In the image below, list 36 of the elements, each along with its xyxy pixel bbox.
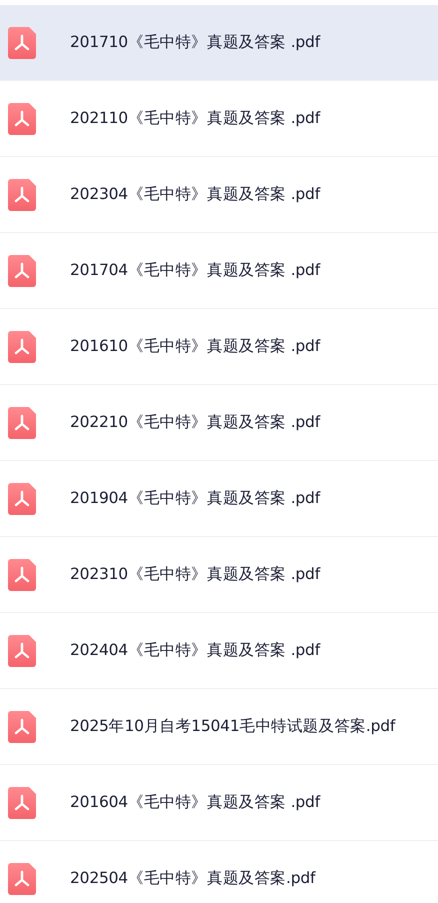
file-row[interactable]: 202210《毛中特》真题及答案 .pdf <box>0 385 438 461</box>
file-row[interactable]: 201610《毛中特》真题及答案 .pdf <box>0 309 438 385</box>
file-row[interactable]: 202404《毛中特》真题及答案 .pdf <box>0 613 438 689</box>
file-name: 202304《毛中特》真题及答案 .pdf <box>70 184 320 205</box>
file-row[interactable]: 202310《毛中特》真题及答案 .pdf <box>0 537 438 613</box>
pdf-icon <box>8 406 36 438</box>
pdf-icon <box>8 330 36 362</box>
pdf-icon <box>8 710 36 742</box>
file-row[interactable]: 202304《毛中特》真题及答案 .pdf <box>0 157 438 233</box>
file-name: 202210《毛中特》真题及答案 .pdf <box>70 412 320 433</box>
pdf-icon <box>8 254 36 286</box>
file-name: 201610《毛中特》真题及答案 .pdf <box>70 336 320 357</box>
file-name: 201904《毛中特》真题及答案 .pdf <box>70 488 320 509</box>
file-row[interactable]: 201704《毛中特》真题及答案 .pdf <box>0 233 438 309</box>
pdf-icon <box>8 634 36 666</box>
pdf-icon <box>8 862 36 894</box>
pdf-icon <box>8 26 36 58</box>
file-name: 201710《毛中特》真题及答案 .pdf <box>70 32 320 53</box>
file-name: 202504《毛中特》真题及答案.pdf <box>70 868 316 889</box>
file-row[interactable]: 202110《毛中特》真题及答案 .pdf <box>0 81 438 157</box>
file-row[interactable]: 201604《毛中特》真题及答案 .pdf <box>0 765 438 841</box>
file-name: 202110《毛中特》真题及答案 .pdf <box>70 108 320 129</box>
file-row[interactable]: 201710《毛中特》真题及答案 .pdf <box>0 5 438 81</box>
pdf-icon <box>8 178 36 210</box>
file-row[interactable]: 202504《毛中特》真题及答案.pdf <box>0 841 438 903</box>
file-name: 2025年10月自考15041毛中特试题及答案.pdf <box>70 716 396 737</box>
file-name: 202404《毛中特》真题及答案 .pdf <box>70 640 320 661</box>
file-row[interactable]: 2025年10月自考15041毛中特试题及答案.pdf <box>0 689 438 765</box>
pdf-icon <box>8 558 36 590</box>
file-name: 201604《毛中特》真题及答案 .pdf <box>70 792 320 813</box>
pdf-icon <box>8 786 36 818</box>
file-row[interactable]: 201904《毛中特》真题及答案 .pdf <box>0 461 438 537</box>
file-name: 202310《毛中特》真题及答案 .pdf <box>70 564 320 585</box>
pdf-icon <box>8 482 36 514</box>
pdf-icon <box>8 102 36 134</box>
file-name: 201704《毛中特》真题及答案 .pdf <box>70 260 320 281</box>
